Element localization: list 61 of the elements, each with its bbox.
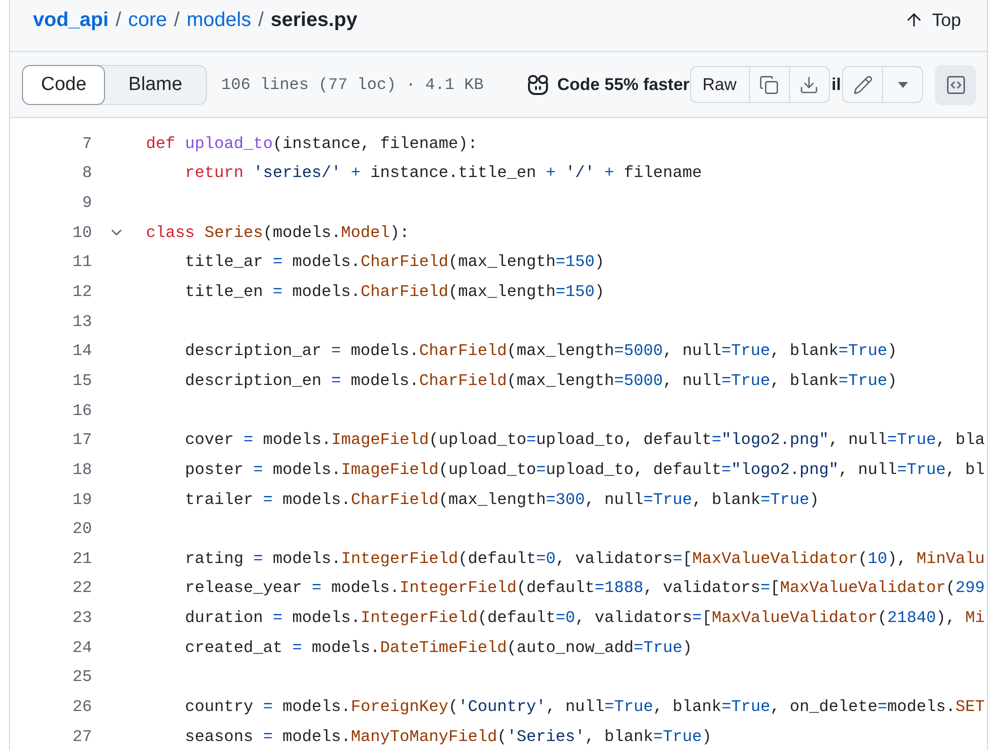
pencil-icon	[852, 74, 872, 94]
code-line: description_ar = models.CharField(max_length=5000, null=True, blank=True)	[184, 341, 897, 362]
code-line: release_year = models.IntegerField(default=1888, validators=[MaxValueValidator(299	[184, 578, 985, 598]
code-line: country = models.ForeignKey('Country', null=True, blank=True, on_delete=models.SET	[184, 696, 985, 717]
code-line: class Series(models.Model):	[146, 222, 410, 243]
code-line: def upload_to(instance, filename):	[146, 134, 478, 154]
line-number: 15	[72, 370, 92, 391]
code-line: return 'series/' + instance.title_en + '/' + filename	[184, 163, 702, 184]
line-number: 19	[72, 490, 92, 510]
raw-button[interactable]: Raw	[690, 66, 750, 103]
download-button[interactable]	[788, 66, 830, 103]
line-number: 25	[72, 667, 92, 688]
breadcrumb-link[interactable]: models	[186, 7, 252, 33]
current-file-name: series.py	[270, 8, 358, 33]
breadcrumb-link[interactable]: core	[128, 7, 168, 33]
code-square-icon	[944, 74, 966, 96]
breadcrumb-separator: /	[258, 8, 264, 33]
line-number: 14	[72, 341, 92, 362]
promo-text-fragment: il	[832, 74, 841, 94]
code-line: description_en = models.CharField(max_length=5000, null=True, blank=True)	[184, 370, 897, 391]
line-number: 24	[72, 638, 92, 658]
line-number: 26	[72, 696, 92, 717]
line-number: 7	[82, 134, 92, 154]
line-number: 23	[72, 608, 92, 628]
robot-face-icon	[527, 74, 550, 94]
top-link[interactable]: Top	[904, 7, 961, 33]
breadcrumb-link[interactable]: vod_api	[33, 7, 109, 33]
code-line: trailer = models.CharField(max_length=300, null=True, blank=True)	[184, 490, 819, 510]
edit-button[interactable]	[842, 66, 883, 103]
caret-down-icon	[898, 82, 908, 88]
view-tab[interactable]: Code	[22, 64, 106, 104]
download-icon	[799, 74, 820, 94]
line-number: 8	[82, 163, 92, 184]
line-number: 9	[82, 193, 92, 214]
breadcrumb-separator: /	[174, 8, 180, 33]
file-stats: 106 lines (77 loc) · 4.1 KB	[221, 76, 484, 94]
line-number: 21	[72, 548, 92, 569]
code-line: rating = models.IntegerField(default=0, validators=[MaxValueValidator(10), MinValu	[184, 548, 985, 569]
copy-button[interactable]	[748, 66, 790, 103]
code-line: title_ar = models.CharField(max_length=150)	[184, 252, 604, 272]
line-number: 22	[72, 578, 92, 598]
code-line: poster = models.ImageField(upload_to=upload_to, default="logo2.png", null=True, bl	[184, 460, 985, 480]
line-number: 20	[72, 519, 92, 540]
code-line: cover = models.ImageField(upload_to=upload_to, default="logo2.png", null=True, bla	[184, 430, 985, 450]
code-line: duration = models.IntegerField(default=0, validators=[MaxValueValidator(21840), Mi	[184, 608, 985, 628]
view-tab[interactable]: Blame	[103, 64, 208, 104]
line-number: 16	[72, 400, 92, 421]
line-number: 10	[72, 222, 92, 243]
line-number: 13	[72, 312, 92, 332]
line-number: 27	[72, 726, 92, 747]
promo-link[interactable]: Code 55% faster	[527, 74, 690, 94]
line-number: 18	[72, 460, 92, 480]
copy-icon	[759, 74, 780, 94]
code-line: created_at = models.DateTimeField(auto_now_add=True)	[184, 638, 692, 658]
line-number: 11	[72, 252, 92, 272]
symbols-button[interactable]	[935, 64, 976, 104]
line-number: 17	[72, 430, 92, 450]
breadcrumb-separator: /	[116, 8, 122, 33]
code-line: title_en = models.CharField(max_length=150)	[184, 282, 604, 302]
line-number: 12	[72, 282, 92, 302]
code-line: seasons = models.ManyToManyField('Series', blank=True)	[184, 726, 712, 747]
